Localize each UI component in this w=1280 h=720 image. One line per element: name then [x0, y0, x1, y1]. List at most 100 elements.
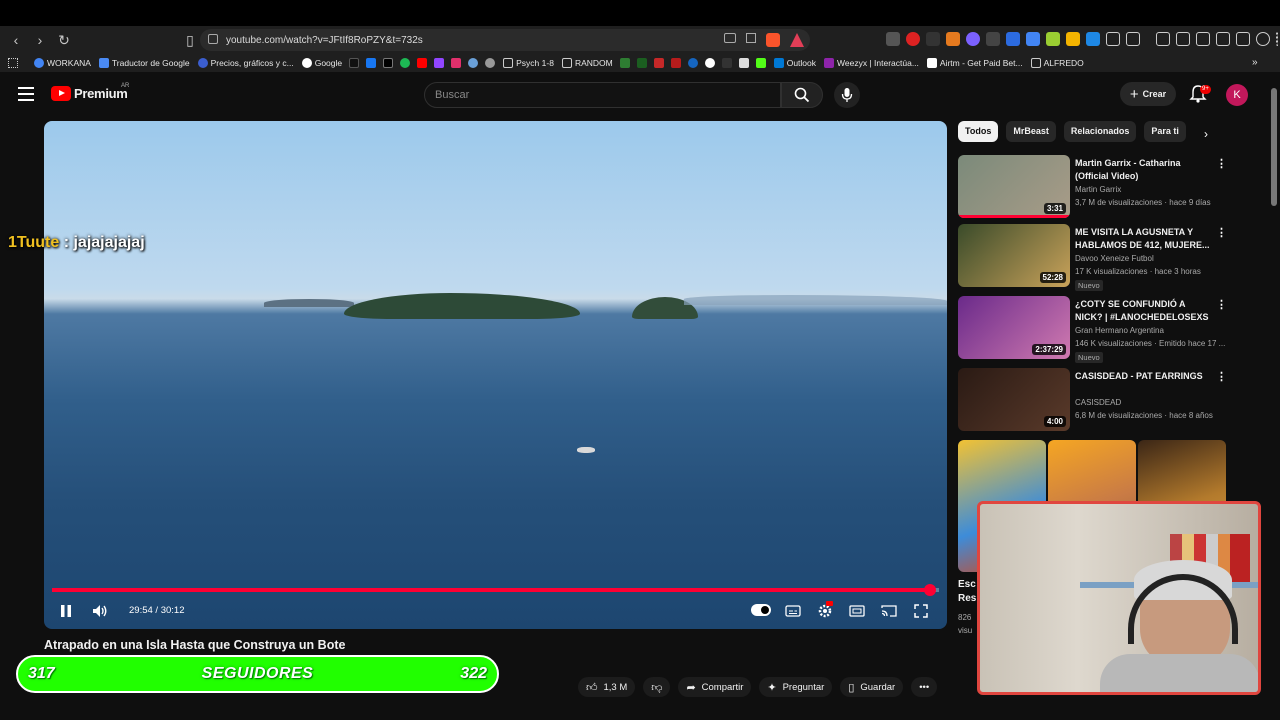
- video-thumbnail[interactable]: 2:37:29: [958, 296, 1070, 359]
- rewards-icon[interactable]: [790, 33, 804, 47]
- bookmark-icon[interactable]: [485, 58, 496, 68]
- volume-button[interactable]: [90, 601, 110, 621]
- miniplayer-button[interactable]: [847, 601, 867, 621]
- bookmark-prices[interactable]: Precios, gráficos y c...: [197, 58, 294, 68]
- extension-icon[interactable]: [906, 32, 920, 46]
- instagram-icon[interactable]: [451, 58, 462, 68]
- cast-button[interactable]: [879, 601, 899, 621]
- page-scrollbar[interactable]: [1270, 80, 1278, 700]
- youtube-logo[interactable]: Premium AR: [51, 83, 129, 101]
- recommended-video[interactable]: 4:00 CASISDEAD - PAT EARRINGS CASISDEAD 6,8…: [958, 368, 1228, 434]
- extension-icon[interactable]: [1006, 32, 1020, 46]
- bookmark-folder-random[interactable]: RANDOM: [561, 58, 613, 68]
- site-info-icon[interactable]: [208, 34, 218, 44]
- wallet-icon[interactable]: [1196, 32, 1210, 46]
- video-title[interactable]: ¿COTY SE CONFUNDIÓ A NICK? | #LANOCHEDEL…: [1075, 298, 1213, 324]
- bookmark-folder-psych[interactable]: Psych 1-8: [503, 58, 554, 68]
- extension-icon[interactable]: [886, 32, 900, 46]
- spotify-icon[interactable]: [400, 58, 411, 68]
- brave-icon[interactable]: [766, 33, 780, 47]
- chip-for-you[interactable]: Para ti: [1144, 121, 1186, 142]
- video-title[interactable]: ME VISITA LA AGUSNETA Y HABLAMOS DE 412,…: [1075, 226, 1213, 252]
- bookmark-icon[interactable]: [670, 58, 681, 68]
- bookmark-icon[interactable]: [738, 58, 749, 68]
- extension-icon[interactable]: [986, 32, 1000, 46]
- bookmark-icon[interactable]: [721, 58, 732, 68]
- bookmark-translate[interactable]: Traductor de Google: [98, 58, 190, 68]
- fullscreen-button[interactable]: [911, 601, 931, 621]
- bookmark-icon[interactable]: [653, 58, 664, 68]
- back-icon[interactable]: ‹: [6, 30, 26, 50]
- bookmark-outlook[interactable]: Outlook: [773, 58, 816, 68]
- autoplay-toggle[interactable]: [751, 604, 771, 616]
- x-icon[interactable]: [383, 58, 394, 68]
- like-button[interactable]: 👍︎ 1,3 M: [578, 677, 636, 697]
- more-options-icon[interactable]: ⋮: [1216, 226, 1227, 239]
- bookmark-icon[interactable]: [636, 58, 647, 68]
- recommended-video[interactable]: 52:28 ME VISITA LA AGUSNETA Y HABLAMOS DE…: [958, 224, 1228, 291]
- create-button[interactable]: + Crear: [1120, 82, 1176, 106]
- twitch-icon[interactable]: [434, 58, 445, 68]
- recommended-video[interactable]: 2:37:29 ¿COTY SE CONFUNDIÓ A NICK? | #LAN…: [958, 296, 1228, 363]
- extension-icon[interactable]: [966, 32, 980, 46]
- chevron-right-icon[interactable]: ›: [1204, 127, 1208, 141]
- vpn-icon[interactable]: [1216, 32, 1230, 46]
- video-title[interactable]: CASISDEAD - PAT EARRINGS: [1075, 370, 1213, 383]
- chip-mrbeast[interactable]: MrBeast: [1006, 121, 1056, 142]
- scrollbar-thumb[interactable]: [1271, 88, 1277, 206]
- share-button[interactable]: ➦ Compartir: [678, 677, 752, 697]
- bookmark-icon[interactable]: [619, 58, 630, 68]
- chip-all[interactable]: Todos: [958, 121, 999, 142]
- bookmark-weezyx[interactable]: Weezyx | Interactúa...: [824, 58, 919, 68]
- dislike-button[interactable]: 👎︎: [643, 677, 671, 697]
- more-options-icon[interactable]: ⋮: [1216, 157, 1227, 170]
- voice-search-button[interactable]: [834, 82, 860, 108]
- video-title[interactable]: Martin Garrix - Catharina (Official Vide…: [1075, 157, 1213, 183]
- kick-icon[interactable]: [755, 58, 766, 68]
- share-icon[interactable]: [746, 33, 756, 43]
- facebook-icon[interactable]: [366, 58, 377, 68]
- bookmark-star-icon[interactable]: ▯: [180, 30, 200, 50]
- apps-icon[interactable]: [8, 58, 18, 68]
- bookmark-icon[interactable]: [687, 58, 698, 68]
- more-bookmarks-icon[interactable]: »: [1252, 57, 1258, 68]
- progress-bar[interactable]: [52, 584, 939, 596]
- settings-button[interactable]: [815, 601, 835, 621]
- menu-icon[interactable]: [18, 87, 34, 101]
- cast-icon[interactable]: [724, 33, 736, 43]
- address-bar[interactable]: youtube.com/watch?v=JFtIf8RoPZY&t=732s: [200, 29, 810, 51]
- extension-icon[interactable]: [1066, 32, 1080, 46]
- subtitles-button[interactable]: [783, 601, 803, 621]
- forward-icon[interactable]: ›: [30, 30, 50, 50]
- extension-icon[interactable]: [1126, 32, 1140, 46]
- messenger-icon[interactable]: [704, 58, 715, 68]
- extension-icon[interactable]: [1046, 32, 1060, 46]
- video-thumbnail[interactable]: 3:31: [958, 155, 1070, 218]
- video-player[interactable]: 29:54 / 30:12: [44, 121, 947, 629]
- extension-icon[interactable]: [1026, 32, 1040, 46]
- more-actions-button[interactable]: •••: [911, 677, 938, 697]
- ask-button[interactable]: ✦ Preguntar: [759, 677, 833, 697]
- menu-icon[interactable]: [1276, 32, 1280, 46]
- bookmark-folder-alfredo[interactable]: ALFREDO: [1030, 58, 1084, 68]
- recommended-video[interactable]: 3:31 Martin Garrix - Catharina (Official …: [958, 155, 1228, 221]
- search-button[interactable]: [781, 82, 823, 108]
- leo-icon[interactable]: [1236, 32, 1250, 46]
- music-icon[interactable]: [1156, 32, 1170, 46]
- bookmark-airtm[interactable]: Airtm - Get Paid Bet...: [926, 58, 1023, 68]
- search-input[interactable]: Buscar: [424, 82, 781, 108]
- chip-related[interactable]: Relacionados: [1063, 121, 1137, 142]
- extension-icon[interactable]: [1086, 32, 1100, 46]
- puzzle-icon[interactable]: [1106, 32, 1120, 46]
- bookmark-workana[interactable]: WORKANA: [34, 58, 91, 68]
- extension-icon[interactable]: [926, 32, 940, 46]
- tiktok-icon[interactable]: [349, 58, 360, 68]
- save-button[interactable]: ▯ Guardar: [840, 677, 904, 697]
- sidebar-icon[interactable]: [1176, 32, 1190, 46]
- youtube-icon[interactable]: [417, 58, 428, 68]
- video-thumbnail[interactable]: 4:00: [958, 368, 1070, 431]
- bookmark-google[interactable]: Google: [301, 58, 342, 68]
- reload-icon[interactable]: ↻: [54, 30, 74, 50]
- video-thumbnail[interactable]: 52:28: [958, 224, 1070, 287]
- scrubber-handle[interactable]: [924, 584, 937, 596]
